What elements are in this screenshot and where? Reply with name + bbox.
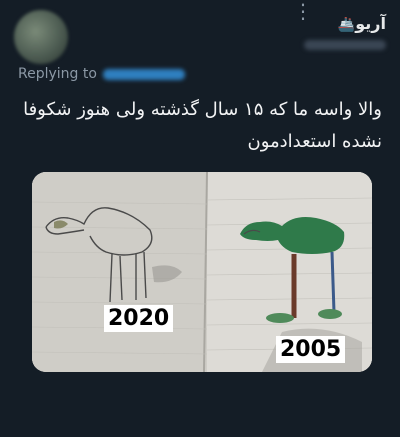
- tweet-media[interactable]: 2020 2005: [32, 172, 372, 372]
- ship-emoji-icon: 🚢: [337, 17, 356, 33]
- tweet-header: آریو🚢: [80, 12, 386, 56]
- replying-to: Replying to: [18, 66, 185, 82]
- more-dots-icon[interactable]: ⋮: [292, 1, 314, 24]
- replying-to-label: Replying to: [18, 66, 97, 82]
- year-label-2005: 2005: [276, 336, 346, 363]
- avatar[interactable]: [14, 10, 68, 64]
- year-label-2020: 2020: [104, 305, 174, 332]
- replying-to-handle[interactable]: [102, 68, 185, 80]
- display-name[interactable]: آریو🚢: [334, 14, 386, 33]
- name-text: آریو: [355, 14, 386, 33]
- tweet-text: والا واسه ما که ۱۵ سال گذشته ولی هنوز شک…: [23, 99, 382, 152]
- user-handle[interactable]: [304, 40, 386, 50]
